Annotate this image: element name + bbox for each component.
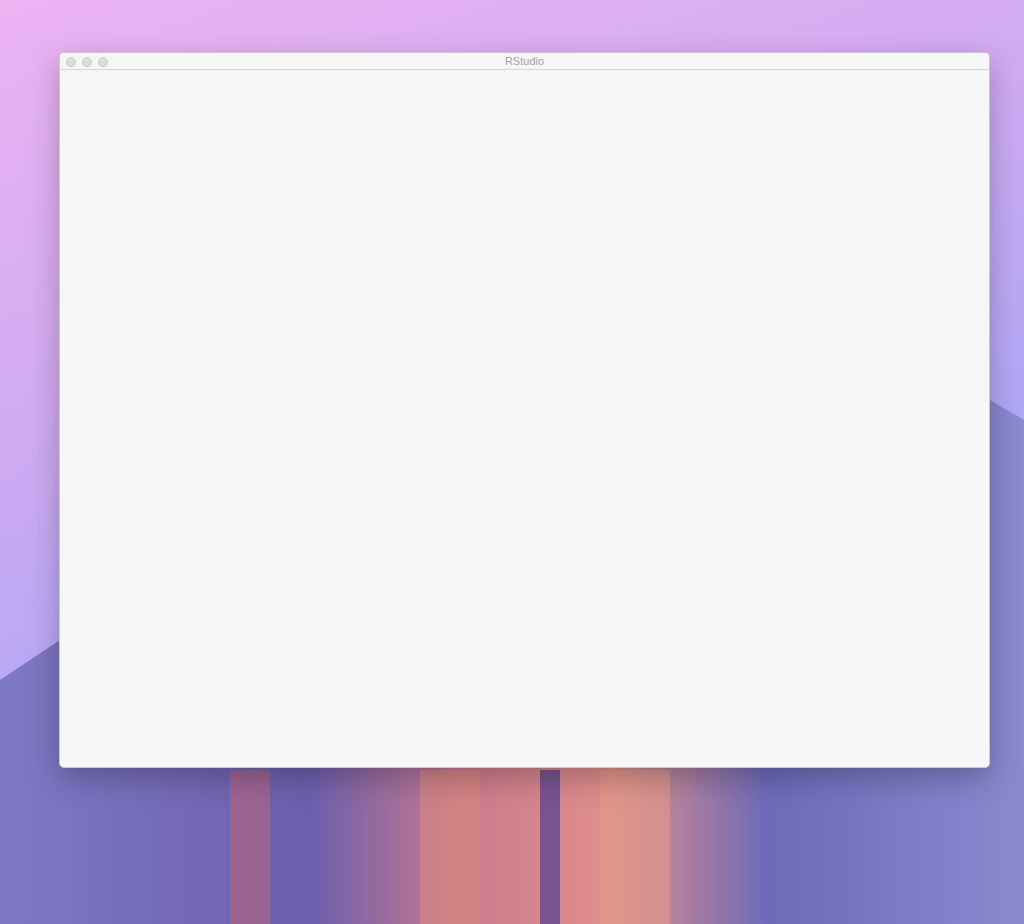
window-title: RStudio — [497, 54, 552, 68]
app-window[interactable]: RStudio — [59, 52, 990, 768]
title-bar[interactable]: RStudio — [60, 53, 989, 70]
close-button[interactable] — [66, 57, 76, 67]
desktop: RStudio — [0, 0, 1024, 924]
window-controls — [66, 57, 108, 67]
window-content — [60, 70, 989, 767]
zoom-button[interactable] — [98, 57, 108, 67]
minimize-button[interactable] — [82, 57, 92, 67]
